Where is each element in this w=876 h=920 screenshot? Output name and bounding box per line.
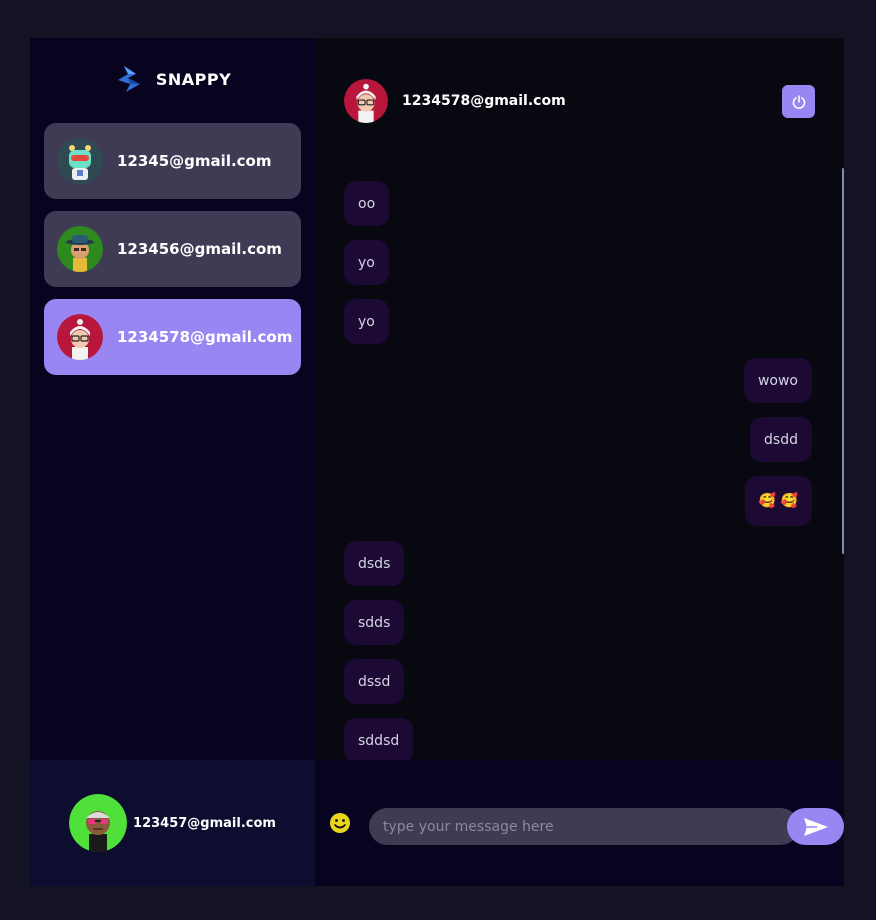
current-user-panel: 123457@gmail.com [30, 760, 315, 886]
chat-panel: 1234578@gmail.com oo yo yo wowo dsdd 🥰 🥰… [315, 38, 844, 886]
contact-name: 123456@gmail.com [117, 240, 282, 258]
message-scrollbar[interactable] [842, 168, 844, 554]
message-list[interactable]: oo yo yo wowo dsdd 🥰 🥰 dsds sdds dssd sd… [315, 164, 844, 760]
chat-title: 1234578@gmail.com [402, 93, 566, 109]
smiley-icon[interactable] [329, 812, 351, 834]
message-received: sddsd [344, 718, 414, 760]
contact-name: 1234578@gmail.com [117, 328, 293, 346]
message-received: oo [344, 181, 390, 226]
chat-header: 1234578@gmail.com [315, 38, 844, 164]
chat-app: SNAPPY 12345@gmail.com 123456@gmail.com … [30, 38, 844, 886]
message-sent: 🥰 🥰 [744, 476, 812, 526]
contact-item[interactable]: 123456@gmail.com [44, 211, 301, 287]
hat-man-avatar [57, 226, 103, 272]
nurse-avatar [57, 314, 103, 360]
message-sent: wowo [743, 358, 812, 403]
message-received: sdds [344, 600, 405, 645]
message-composer [315, 760, 844, 886]
message-received: yo [344, 240, 389, 285]
message-sent: dsdd [750, 417, 812, 462]
contacts-sidebar: SNAPPY 12345@gmail.com 123456@gmail.com … [30, 38, 315, 886]
power-icon [792, 94, 805, 109]
contact-list: 12345@gmail.com 123456@gmail.com 1234578… [44, 123, 301, 387]
message-received: yo [344, 299, 389, 344]
send-button[interactable] [787, 808, 844, 845]
nurse-avatar [344, 79, 388, 123]
brand: SNAPPY [30, 38, 315, 120]
glasses-man-avatar [69, 794, 128, 852]
contact-item-selected[interactable]: 1234578@gmail.com [44, 299, 301, 375]
message-received: dsds [344, 541, 405, 586]
contact-name: 12345@gmail.com [117, 152, 272, 170]
send-icon [803, 817, 828, 836]
snappy-logo-icon [117, 66, 140, 92]
message-input[interactable] [369, 808, 799, 845]
contact-item[interactable]: 12345@gmail.com [44, 123, 301, 199]
logout-button[interactable] [782, 85, 815, 118]
brand-name: SNAPPY [155, 69, 232, 89]
robot-avatar [57, 138, 103, 184]
message-received: dssd [344, 659, 405, 704]
current-user-name: 123457@gmail.com [133, 815, 276, 831]
